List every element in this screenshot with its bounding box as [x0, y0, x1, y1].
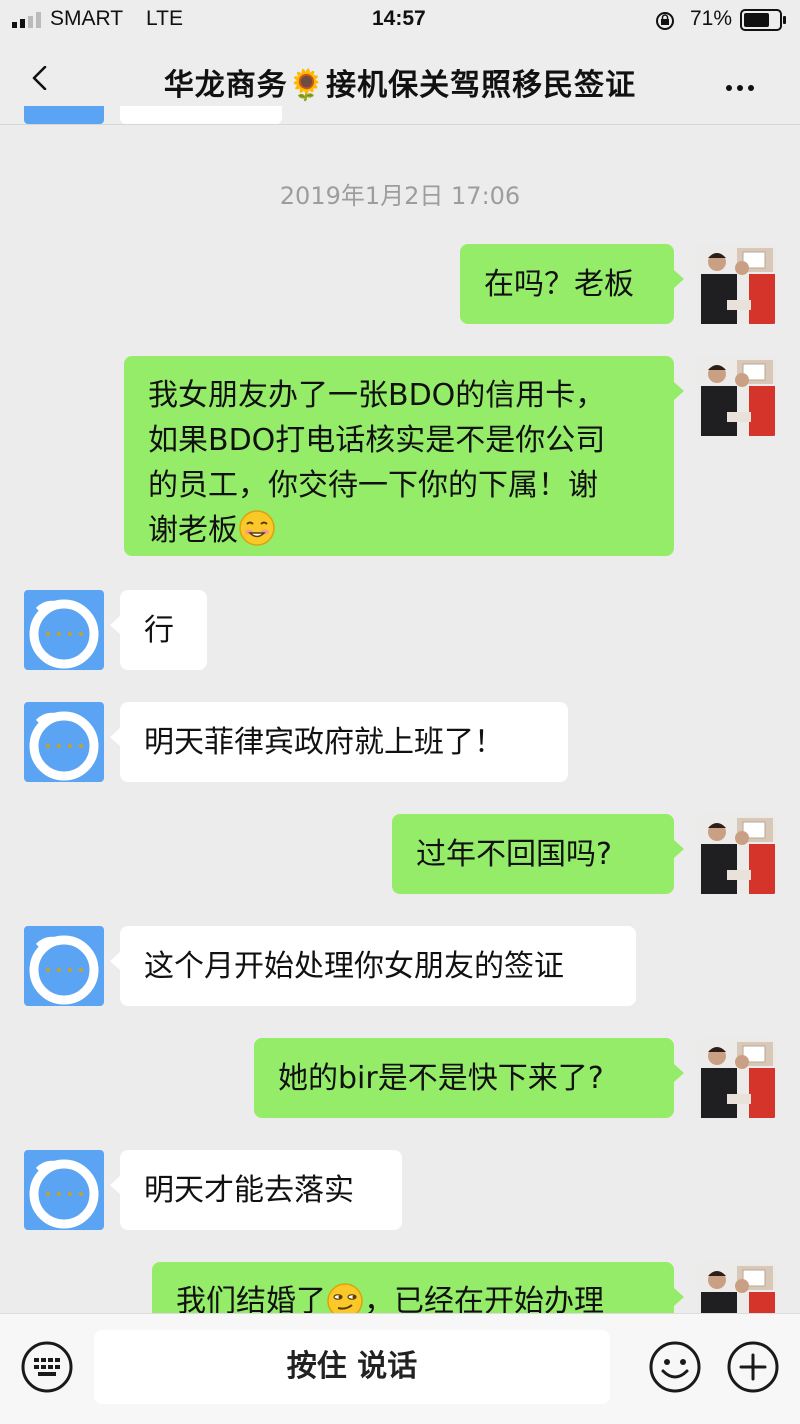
message-bubble-sent[interactable]: 过年不回国吗?	[392, 814, 674, 894]
signal-icon	[12, 12, 41, 28]
bubble-tail	[674, 1288, 684, 1306]
bubble-tail	[110, 616, 120, 634]
my-avatar[interactable]	[697, 1038, 777, 1118]
my-avatar[interactable]	[697, 814, 777, 894]
partial-avatar	[24, 106, 104, 124]
my-avatar[interactable]	[697, 244, 777, 324]
hold-to-talk-button[interactable]: 按住 说话	[94, 1330, 610, 1404]
carrier-label: SMART	[50, 7, 124, 30]
lock-rotation-icon	[656, 12, 674, 30]
emoji-icon[interactable]	[648, 1340, 702, 1394]
keyboard-icon[interactable]	[20, 1340, 74, 1394]
message-text: 过年不回国吗?	[416, 836, 612, 872]
bubble-tail	[110, 1176, 120, 1194]
message-bubble-sent[interactable]: 我女朋友办了一张BDO的信用卡， 如果BDO打电话核实是不是你公司 的员工，你交…	[124, 356, 674, 556]
network-label: LTE	[146, 7, 183, 30]
input-bar: 按住 说话	[0, 1313, 800, 1424]
clock: 14:57	[372, 7, 426, 30]
more-icon[interactable]	[726, 76, 759, 95]
message-line: 如果BDO打电话核实是不是你公司	[148, 423, 606, 458]
contact-avatar[interactable]	[24, 590, 104, 670]
contact-avatar[interactable]	[24, 926, 104, 1006]
message-text: 在吗？老板	[484, 266, 634, 302]
message-timestamp: 2019年1月2日 17:06	[279, 182, 521, 210]
bubble-tail	[674, 270, 684, 288]
message-bubble-sent[interactable]: 她的bir是不是快下来了?	[254, 1038, 674, 1118]
my-avatar[interactable]	[697, 356, 777, 436]
message-text: 她的bir是不是快下来了?	[278, 1060, 604, 1096]
bubble-tail	[110, 952, 120, 970]
status-bar: SMART LTE 14:57 71%	[0, 0, 800, 40]
add-icon[interactable]	[726, 1340, 780, 1394]
message-text: 这个月开始处理你女朋友的签证	[144, 948, 564, 984]
bubble-tail	[674, 840, 684, 858]
message-line: 我女朋友办了一张BDO的信用卡，	[148, 378, 606, 413]
message-bubble-received[interactable]: 明天菲律宾政府就上班了！	[120, 702, 568, 782]
contact-avatar[interactable]	[24, 1150, 104, 1230]
message-bubble-received[interactable]: 行	[120, 590, 207, 670]
message-text: 明天菲律宾政府就上班了！	[144, 724, 504, 760]
message-bubble-sent[interactable]: 在吗？老板	[460, 244, 674, 324]
message-text: 明天才能去落实	[144, 1172, 354, 1208]
message-line: 的员工，你交待一下你的下属！谢	[148, 468, 598, 503]
bubble-tail	[674, 1064, 684, 1082]
bubble-tail	[110, 728, 120, 746]
message-line: 谢老板	[148, 513, 238, 548]
message-bubble-received[interactable]: 明天才能去落实	[120, 1150, 402, 1230]
contact-avatar[interactable]	[24, 702, 104, 782]
chat-title: 华龙商务🌻接机保关驾照移民签证	[163, 68, 637, 103]
battery-percent: 71%	[690, 7, 733, 30]
message-text: 行	[144, 612, 174, 648]
battery-icon	[740, 9, 786, 31]
bubble-tail	[674, 382, 684, 400]
message-bubble-received[interactable]: 这个月开始处理你女朋友的签证	[120, 926, 636, 1006]
partial-bubble	[120, 106, 282, 124]
grinning-blush-emoji-icon	[239, 510, 275, 546]
back-chevron-icon[interactable]	[28, 66, 52, 90]
